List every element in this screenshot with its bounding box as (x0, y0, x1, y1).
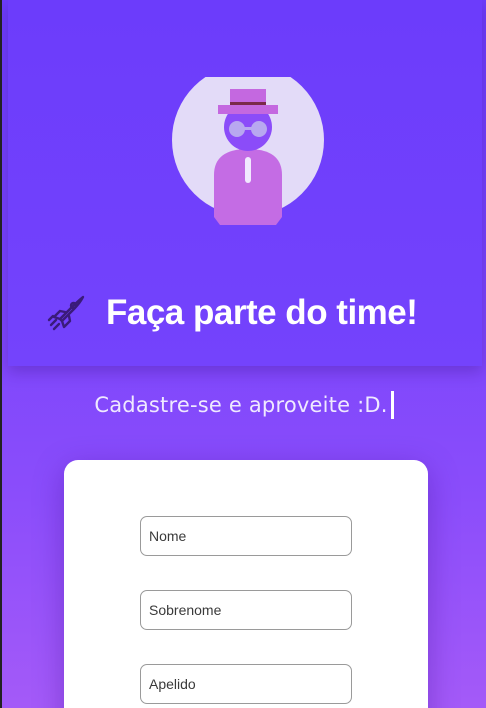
tagline-row: Cadastre-se e aproveite :D. (2, 388, 486, 422)
hat-spy-avatar-icon (172, 64, 324, 225)
signup-page: Faça parte do time! Cadastre-se e aprove… (2, 0, 486, 708)
nickname-field[interactable] (140, 664, 352, 704)
tagline: Cadastre-se e aproveite :D. (94, 393, 388, 417)
first-name-field[interactable] (140, 516, 352, 556)
hero-banner: Faça parte do time! (8, 0, 482, 366)
page-title: Faça parte do time! (106, 293, 418, 332)
rocket-icon (47, 295, 85, 331)
avatar (172, 64, 324, 229)
page-heading: Faça parte do time! (46, 288, 466, 338)
last-name-field[interactable] (140, 590, 352, 630)
typing-cursor (390, 391, 394, 419)
signup-form-card (64, 460, 428, 708)
